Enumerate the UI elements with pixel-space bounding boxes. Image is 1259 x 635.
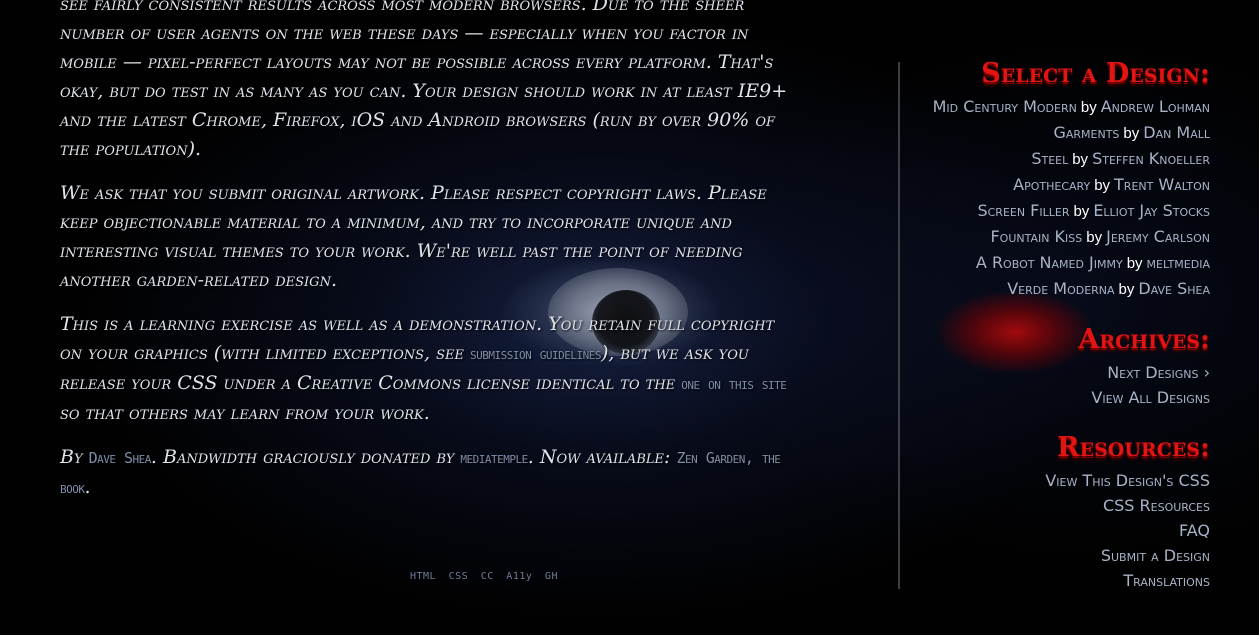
resources-list-item: FAQ	[905, 518, 1210, 543]
resources-section: Resources: View This Design's CSS CSS Re…	[905, 432, 1210, 593]
design-list-item: Garments by Dan Mall	[905, 120, 1210, 146]
css-validation-link[interactable]: CSS	[449, 571, 469, 582]
design-title-link[interactable]: Mid Century Modern	[933, 97, 1077, 116]
design-list-item: Mid Century Modern by Andrew Lohman	[905, 94, 1210, 120]
resources-heading: Resources:	[1057, 432, 1210, 463]
by-label: by	[1080, 99, 1097, 116]
css-resources-link[interactable]: CSS Resources	[1103, 496, 1210, 515]
design-list-item: Fountain Kiss by Jeremy Carlson	[905, 224, 1210, 250]
resources-list-item: CSS Resources	[905, 493, 1210, 518]
faq-link[interactable]: FAQ	[1179, 521, 1210, 540]
resources-list-item: Submit a Design	[905, 543, 1210, 568]
paragraph-credits: By Dave Shea. Bandwidth graciously donat…	[60, 443, 790, 503]
submit-design-link[interactable]: Submit a Design	[1101, 546, 1210, 565]
resources-list-item: View This Design's CSS	[905, 468, 1210, 493]
github-link[interactable]: GH	[545, 571, 558, 582]
designer-link[interactable]: Dave Shea	[1138, 279, 1210, 298]
archives-section: Archives: Next Designs › View All Design…	[905, 324, 1210, 410]
by-label: by	[1073, 203, 1090, 220]
resources-list: View This Design's CSS CSS Resources FAQ…	[905, 468, 1210, 593]
design-list: Mid Century Modern by Andrew Lohman Garmen…	[905, 94, 1210, 302]
design-title-link[interactable]: Screen Filler	[977, 201, 1069, 220]
by-label: by	[1072, 151, 1089, 168]
archives-list: Next Designs › View All Designs	[905, 360, 1210, 410]
by-label: by	[1086, 229, 1103, 246]
design-title-link[interactable]: Verde Moderna	[1007, 279, 1114, 298]
design-list-item: Screen Filler by Elliot Jay Stocks	[905, 198, 1210, 224]
designer-link[interactable]: meltmedia	[1147, 253, 1210, 272]
paragraph-text: .	[84, 476, 91, 498]
archives-heading: Archives:	[1078, 324, 1210, 355]
mediatemple-link[interactable]: mediatemple	[460, 449, 528, 467]
design-title-link[interactable]: Garments	[1053, 123, 1119, 142]
footer-links: HTML CSS CC A11y GH	[410, 571, 564, 582]
next-designs-link[interactable]: Next Designs ›	[1107, 363, 1210, 382]
paragraph-requirements: see fairly consistent results across mos…	[60, 0, 788, 160]
designer-link[interactable]: Elliot Jay Stocks	[1093, 201, 1210, 220]
by-label: by	[1123, 125, 1140, 142]
paragraph-learning: This is a learning exercise as well as a…	[60, 310, 790, 428]
license-link[interactable]: one on this site	[681, 375, 787, 393]
designer-link[interactable]: Steffen Knoeller	[1092, 149, 1210, 168]
design-list-item: A Robot Named Jimmy by meltmedia	[905, 250, 1210, 276]
by-label: by	[1094, 177, 1111, 194]
select-design-heading: Select a Design:	[981, 58, 1210, 89]
submission-guidelines-link[interactable]: submission guidelines	[470, 345, 601, 363]
view-all-designs-link[interactable]: View All Designs	[1091, 388, 1210, 407]
sidebar: Select a Design: Mid Century Modern by And…	[905, 58, 1210, 593]
design-title-link[interactable]: A Robot Named Jimmy	[976, 253, 1123, 272]
resources-list-item: Translations	[905, 568, 1210, 593]
main-content: see fairly consistent results across mos…	[60, 0, 790, 518]
paragraph-text: . Now available:	[527, 446, 677, 468]
paragraph-text: By	[60, 446, 89, 468]
sidebar-divider	[898, 62, 900, 589]
paragraph-text: . Bandwidth graciously donated by	[150, 446, 461, 468]
html-validation-link[interactable]: HTML	[410, 571, 436, 582]
by-label: by	[1126, 255, 1143, 272]
design-title-link[interactable]: Steel	[1031, 149, 1068, 168]
designer-link[interactable]: Dan Mall	[1143, 123, 1210, 142]
design-list-item: Verde Moderna by Dave Shea	[905, 276, 1210, 302]
archives-list-item: View All Designs	[905, 385, 1210, 410]
by-label: by	[1118, 281, 1135, 298]
designer-link[interactable]: Trent Walton	[1114, 175, 1210, 194]
paragraph-artwork: We ask that you submit original artwork.…	[60, 182, 767, 291]
design-title-link[interactable]: Fountain Kiss	[990, 227, 1082, 246]
view-css-link[interactable]: View This Design's CSS	[1045, 471, 1210, 490]
designer-link[interactable]: Jeremy Carlson	[1106, 227, 1210, 246]
a11y-link[interactable]: A11y	[506, 571, 532, 582]
paragraph-text: so that others may learn from your work.	[60, 402, 430, 424]
archives-list-item: Next Designs ›	[905, 360, 1210, 385]
author-link[interactable]: Dave Shea	[89, 449, 152, 467]
design-title-link[interactable]: Apothecary	[1013, 175, 1090, 194]
designer-link[interactable]: Andrew Lohman	[1101, 97, 1210, 116]
design-list-item: Apothecary by Trent Walton	[905, 172, 1210, 198]
design-list-item: Steel by Steffen Knoeller	[905, 146, 1210, 172]
translations-link[interactable]: Translations	[1123, 571, 1210, 590]
cc-license-link[interactable]: CC	[481, 571, 494, 582]
